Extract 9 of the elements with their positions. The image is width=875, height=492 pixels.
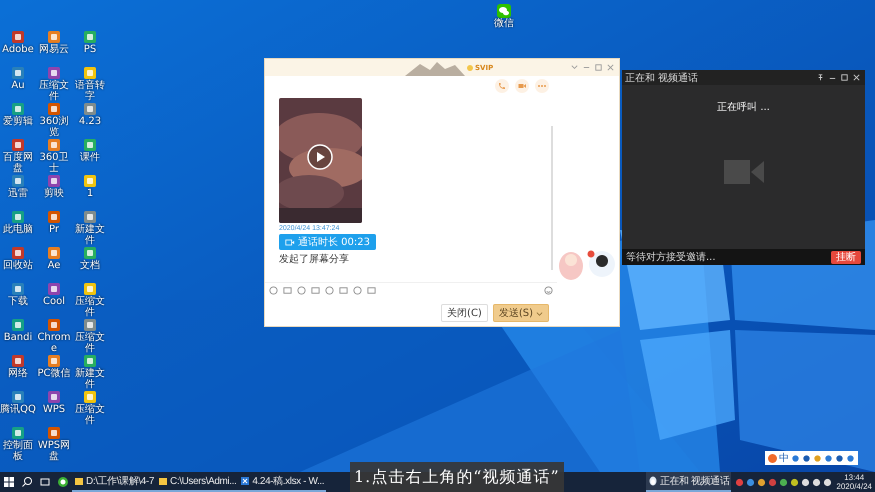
taskbar-item[interactable]: C:\Users\Admi...: [156, 472, 238, 492]
clock-date: 2020/4/24: [836, 482, 872, 491]
taskbar-item[interactable]: D:\工作\课解\4-7: [72, 472, 156, 492]
taskbar-item[interactable]: 4.24-稿.xlsx - W...: [238, 472, 326, 492]
folder-icon: [158, 476, 168, 486]
spreadsheet-icon: [240, 476, 250, 486]
folder-icon: [74, 476, 84, 486]
taskbar-item[interactable]: 正在和 视频通话: [646, 472, 732, 492]
clock-time: 13:44: [844, 473, 864, 482]
